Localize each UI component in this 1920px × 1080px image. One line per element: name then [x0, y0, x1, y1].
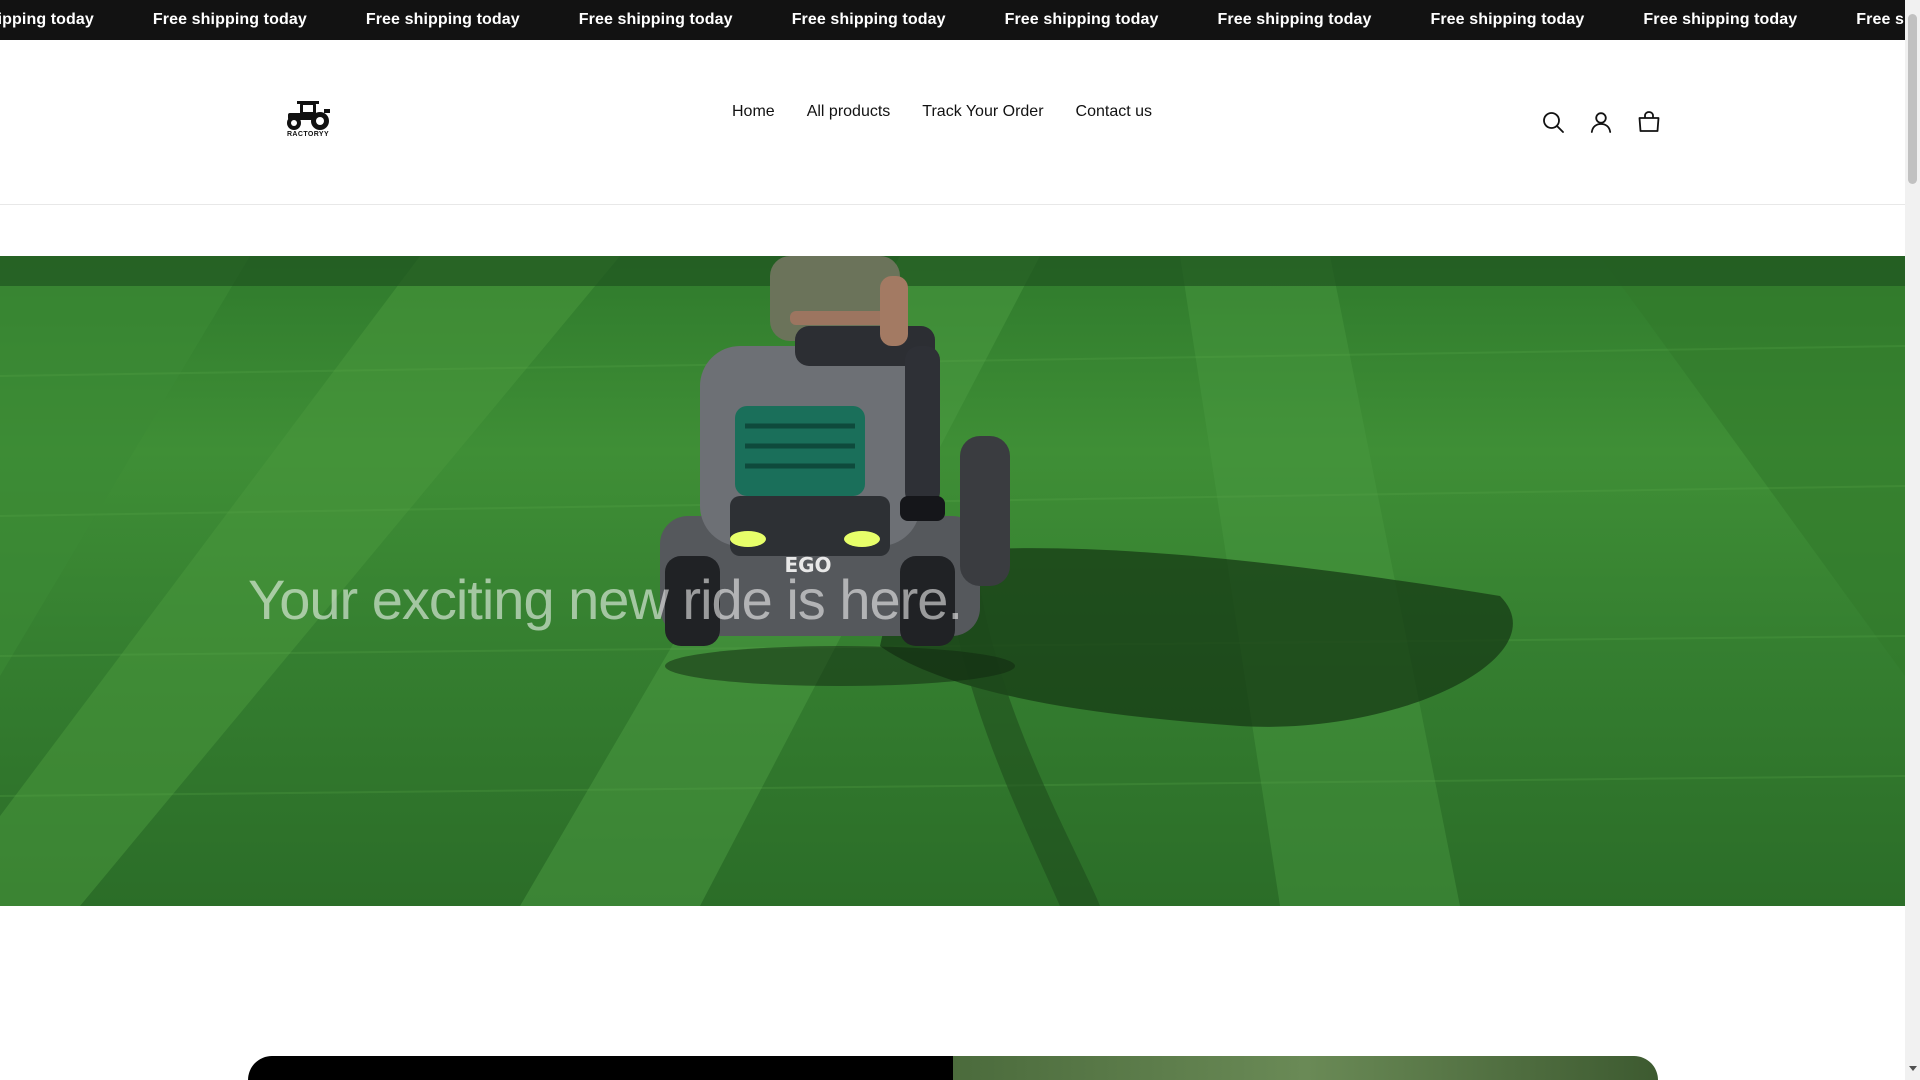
announcement-item: Free shipping today [152, 11, 307, 28]
collage-panel-image [953, 1056, 1658, 1080]
hero-banner[interactable]: EGO Your exciting new ride is here. [0, 256, 1905, 906]
search-icon[interactable] [1541, 110, 1565, 134]
announcement-item: Free shipping today [791, 11, 946, 28]
account-icon[interactable] [1589, 110, 1613, 134]
store-logo[interactable]: RACTORYY [280, 100, 336, 144]
announcement-item: Free shipping today [1430, 11, 1585, 28]
announcement-item: Free shipping today [1004, 11, 1159, 28]
cart-icon[interactable] [1637, 110, 1661, 134]
nav-home[interactable]: Home [732, 102, 775, 122]
nav-track-order[interactable]: Track Your Order [922, 102, 1043, 122]
main-nav: Home All products Track Your Order Conta… [732, 102, 1152, 122]
announcement-item: Free shipping today [365, 11, 520, 28]
page-scrollbar[interactable] [1905, 0, 1920, 1080]
announcement-track: Free shipping today Free shipping today … [0, 0, 1905, 40]
nav-all-products[interactable]: All products [807, 102, 891, 122]
announcement-bar: Free shipping today Free shipping today … [0, 0, 1905, 40]
collage-section [248, 1056, 1658, 1080]
collage-panel-dark [248, 1056, 953, 1080]
announcement-item: Free shipping today [578, 11, 733, 28]
hero-heading: Your exciting new ride is here. [248, 568, 963, 631]
header-icons [1541, 110, 1661, 134]
site-header: RACTORYY Home All products Track Your Or… [0, 40, 1905, 205]
announcement-item: Free shipping today [1643, 11, 1798, 28]
logo-wordmark: RACTORYY [286, 131, 330, 138]
announcement-item: Free shipping today [1856, 11, 1905, 28]
announcement-item: Free shipping today [1217, 11, 1372, 28]
nav-contact[interactable]: Contact us [1076, 102, 1152, 122]
scrollbar-thumb[interactable] [1908, 14, 1917, 184]
tractor-icon [287, 101, 330, 130]
page: Free shipping today Free shipping today … [0, 0, 1905, 1080]
header-spacer [0, 205, 1905, 256]
announcement-item: Free shipping today [0, 11, 94, 28]
scroll-down-icon[interactable] [1909, 1066, 1917, 1071]
